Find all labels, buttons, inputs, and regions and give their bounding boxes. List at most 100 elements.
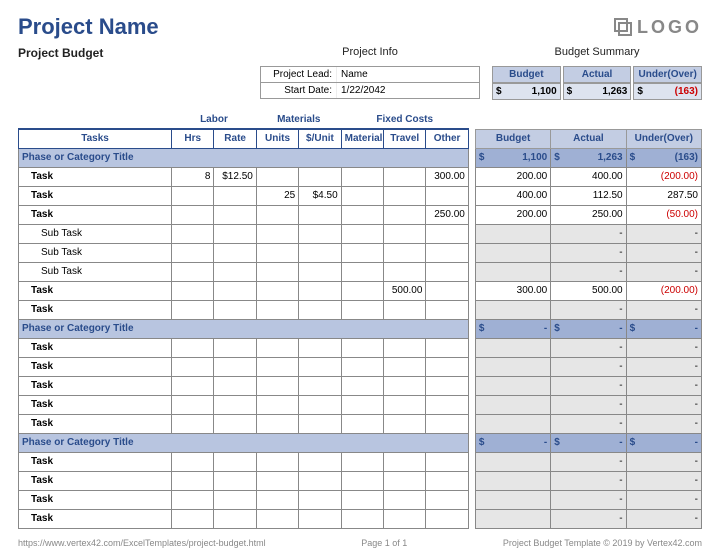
table-row[interactable]: Task -- — [19, 414, 702, 433]
task-name[interactable]: Task — [19, 395, 172, 414]
cell-other[interactable] — [426, 490, 468, 509]
cell-unitcost[interactable] — [299, 471, 341, 490]
cell-hrs[interactable] — [172, 300, 214, 319]
cell-units[interactable] — [256, 414, 298, 433]
cell-unitcost[interactable] — [299, 338, 341, 357]
cell-units[interactable] — [256, 224, 298, 243]
cell-budget[interactable] — [475, 376, 550, 395]
cell-actual[interactable]: - — [551, 376, 626, 395]
cell-material[interactable] — [341, 262, 383, 281]
cell-rate[interactable] — [214, 243, 256, 262]
cell-hrs[interactable] — [172, 186, 214, 205]
cell-under[interactable]: - — [626, 509, 701, 528]
cell-material[interactable] — [341, 376, 383, 395]
task-name[interactable]: Sub Task — [19, 262, 172, 281]
cell-unitcost[interactable] — [299, 167, 341, 186]
cell-budget[interactable] — [475, 262, 550, 281]
cell-actual[interactable]: - — [551, 395, 626, 414]
cell-other[interactable] — [426, 243, 468, 262]
table-row[interactable]: Task 500.00 300.00500.00(200.00) — [19, 281, 702, 300]
cell-unitcost[interactable] — [299, 376, 341, 395]
cell-material[interactable] — [341, 205, 383, 224]
cell-hrs[interactable] — [172, 262, 214, 281]
cell-under[interactable]: - — [626, 224, 701, 243]
table-row[interactable]: Task -- — [19, 376, 702, 395]
cell-hrs[interactable] — [172, 471, 214, 490]
cell-rate[interactable] — [214, 300, 256, 319]
table-row[interactable]: Task -- — [19, 395, 702, 414]
cell-other[interactable] — [426, 376, 468, 395]
cell-rate[interactable] — [214, 490, 256, 509]
cell-budget[interactable] — [475, 395, 550, 414]
task-name[interactable]: Task — [19, 490, 172, 509]
cell-material[interactable] — [341, 300, 383, 319]
cell-hrs[interactable] — [172, 357, 214, 376]
cell-hrs[interactable]: 8 — [172, 167, 214, 186]
cell-other[interactable] — [426, 509, 468, 528]
cell-under[interactable]: - — [626, 490, 701, 509]
cell-actual[interactable]: - — [551, 509, 626, 528]
cell-actual[interactable]: 500.00 — [551, 281, 626, 300]
cell-other[interactable] — [426, 300, 468, 319]
cell-units[interactable] — [256, 471, 298, 490]
cell-travel[interactable] — [384, 262, 426, 281]
start-date-field[interactable]: Start Date: 1/22/2042 — [260, 83, 480, 99]
cell-other[interactable] — [426, 452, 468, 471]
cell-budget[interactable] — [475, 414, 550, 433]
cell-budget[interactable] — [475, 509, 550, 528]
cell-unitcost[interactable] — [299, 357, 341, 376]
cell-travel[interactable] — [384, 471, 426, 490]
table-row[interactable]: Task -- — [19, 357, 702, 376]
cell-material[interactable] — [341, 281, 383, 300]
cell-unitcost[interactable] — [299, 243, 341, 262]
cell-units[interactable] — [256, 452, 298, 471]
cell-travel[interactable] — [384, 357, 426, 376]
cell-travel[interactable] — [384, 243, 426, 262]
cell-budget[interactable]: 300.00 — [475, 281, 550, 300]
cell-other[interactable]: 250.00 — [426, 205, 468, 224]
cell-units[interactable] — [256, 167, 298, 186]
cell-actual[interactable]: - — [551, 452, 626, 471]
cell-actual[interactable]: - — [551, 338, 626, 357]
cell-other[interactable] — [426, 186, 468, 205]
cell-budget[interactable] — [475, 452, 550, 471]
cell-units[interactable] — [256, 338, 298, 357]
table-row[interactable]: Task -- — [19, 509, 702, 528]
cell-unitcost[interactable] — [299, 490, 341, 509]
cell-material[interactable] — [341, 395, 383, 414]
cell-budget[interactable]: 200.00 — [475, 205, 550, 224]
task-name[interactable]: Task — [19, 205, 172, 224]
cell-travel[interactable] — [384, 509, 426, 528]
cell-units[interactable] — [256, 300, 298, 319]
cell-travel[interactable] — [384, 224, 426, 243]
cell-budget[interactable] — [475, 338, 550, 357]
cell-units[interactable] — [256, 243, 298, 262]
cell-actual[interactable]: - — [551, 224, 626, 243]
table-row[interactable]: Task -- — [19, 490, 702, 509]
task-name[interactable]: Task — [19, 167, 172, 186]
task-name[interactable]: Task — [19, 186, 172, 205]
cell-units[interactable]: 25 — [256, 186, 298, 205]
cell-hrs[interactable] — [172, 376, 214, 395]
cell-hrs[interactable] — [172, 243, 214, 262]
cell-material[interactable] — [341, 224, 383, 243]
cell-hrs[interactable] — [172, 395, 214, 414]
cell-other[interactable] — [426, 471, 468, 490]
cell-material[interactable] — [341, 414, 383, 433]
cell-actual[interactable]: 250.00 — [551, 205, 626, 224]
cell-actual[interactable]: - — [551, 357, 626, 376]
cell-under[interactable]: - — [626, 262, 701, 281]
cell-unitcost[interactable] — [299, 281, 341, 300]
task-name[interactable]: Task — [19, 414, 172, 433]
task-name[interactable]: Task — [19, 509, 172, 528]
cell-other[interactable] — [426, 262, 468, 281]
cell-units[interactable] — [256, 395, 298, 414]
cell-under[interactable]: (50.00) — [626, 205, 701, 224]
table-row[interactable]: Task -- — [19, 338, 702, 357]
cell-under[interactable]: - — [626, 376, 701, 395]
task-name[interactable]: Task — [19, 300, 172, 319]
cell-other[interactable] — [426, 338, 468, 357]
cell-units[interactable] — [256, 357, 298, 376]
cell-material[interactable] — [341, 490, 383, 509]
cell-hrs[interactable] — [172, 281, 214, 300]
